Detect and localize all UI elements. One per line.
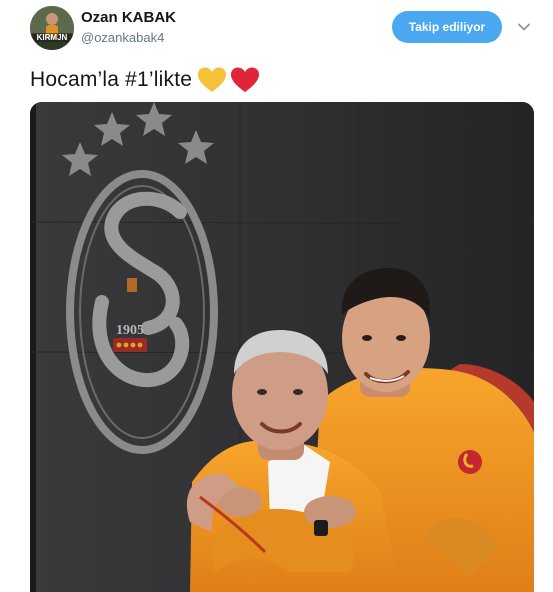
crest-year: 1905 [116,323,144,338]
photo-image: 1905 [30,102,534,592]
avatar-caption: KIRMJN [37,33,68,42]
tweet-header: KIRMJN Ozan KABAK @ozankabak4 Takip edil… [0,0,553,56]
tweet-body: Hocam’la #1’likte [30,64,260,96]
tweet-text: Hocam’la #1’likte [30,68,193,91]
author-avatar[interactable]: KIRMJN [30,6,74,50]
author-display-name[interactable]: Ozan KABAK [81,9,176,26]
yellow-heart-icon [197,66,227,94]
following-button[interactable]: Takip ediliyor [392,11,502,43]
author-handle[interactable]: @ozankabak4 [81,30,164,45]
tweet-photo[interactable]: 1905 [30,102,534,592]
tweet-card: KIRMJN Ozan KABAK @ozankabak4 Takip edil… [0,0,553,592]
red-heart-icon [230,66,260,94]
chevron-down-icon[interactable] [517,20,531,34]
avatar-image: KIRMJN [30,6,74,50]
